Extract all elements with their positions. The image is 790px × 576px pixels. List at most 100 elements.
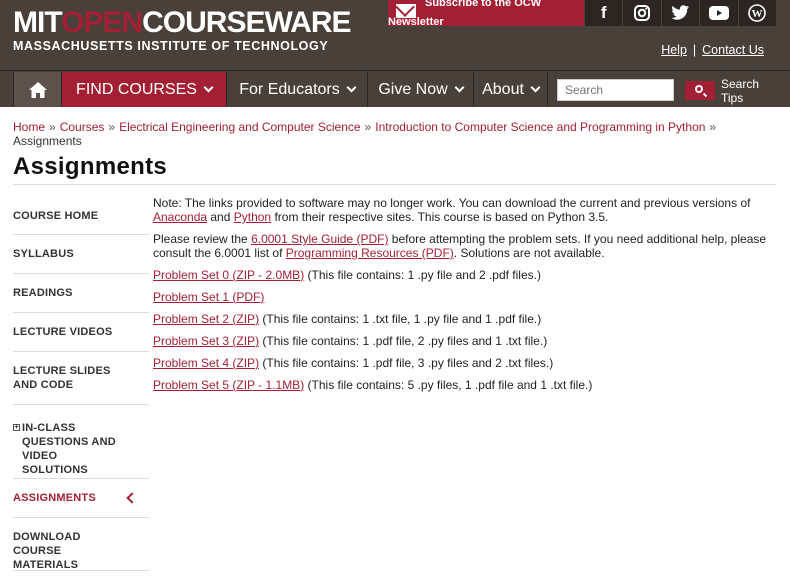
sidebar-item-in-class-questions[interactable]: + IN-CLASS QUESTIONS AND VIDEO SOLUTIONS	[13, 405, 149, 479]
problem-set-desc: (This file contains: 1 .pdf file, 2 .py …	[262, 334, 548, 348]
problem-set-title: Problem Set 3	[153, 334, 230, 348]
sidebar-item-lecture-videos[interactable]: LECTURE VIDEOS	[13, 313, 149, 352]
sidebar-item-label: SYLLABUS	[13, 248, 74, 260]
problem-set-4-link[interactable]: Problem Set 4 (ZIP)	[153, 356, 259, 370]
search-tips-link[interactable]: Search Tips	[721, 77, 765, 105]
problem-set-file: ZIP - 2.0MB	[236, 268, 301, 282]
logo-open: OPEN	[61, 6, 143, 39]
facebook-icon[interactable]: f	[584, 0, 622, 26]
chevron-left-icon	[126, 492, 138, 504]
home-button[interactable]	[13, 72, 62, 107]
home-icon	[28, 81, 47, 98]
problem-set-1-link[interactable]: Problem Set 1 (PDF)	[153, 290, 264, 304]
chevron-down-icon	[454, 82, 465, 93]
title-divider	[13, 184, 776, 185]
problem-set-desc: (This file contains: 1 .py file and 2 .p…	[307, 268, 541, 282]
search-input[interactable]	[557, 79, 674, 101]
problem-set-file: ZIP	[236, 312, 256, 326]
software-note: Note: The links provided to software may…	[153, 196, 775, 224]
breadcrumb-separator: »	[49, 120, 56, 134]
breadcrumb-course[interactable]: Introduction to Computer Science and Pro…	[375, 120, 705, 134]
breadcrumb-courses[interactable]: Courses	[60, 120, 105, 134]
problem-set-item: Problem Set 2 (ZIP) (This file contains:…	[153, 312, 775, 326]
breadcrumb-department[interactable]: Electrical Engineering and Computer Scie…	[119, 120, 360, 134]
chevron-down-icon	[203, 82, 214, 93]
problem-set-title: Problem Set 2	[153, 312, 230, 326]
problem-set-file: PDF	[236, 290, 261, 304]
sidebar-item-lecture-slides[interactable]: LECTURE SLIDES AND CODE	[13, 352, 149, 405]
note-text: from their respective sites. This course…	[271, 210, 609, 224]
newsletter-button[interactable]: Subscribe to the OCW Newsletter	[388, 0, 584, 26]
sidebar-item-label: LECTURE SLIDES AND CODE	[13, 365, 111, 391]
course-sidebar: COURSE HOME SYLLABUS READINGS LECTURE VI…	[13, 196, 149, 571]
review-text: Please review the	[153, 232, 252, 246]
breadcrumb-separator: »	[709, 120, 717, 134]
nav-give-now[interactable]: Give Now	[368, 72, 474, 107]
instagram-icon[interactable]	[622, 0, 660, 26]
search-icon	[695, 85, 703, 93]
problem-set-item: Problem Set 3 (ZIP) (This file contains:…	[153, 334, 775, 348]
breadcrumb-current: Assignments	[13, 134, 82, 148]
sidebar-item-label: DOWNLOAD COURSE MATERIALS	[13, 531, 81, 571]
problem-set-3-link[interactable]: Problem Set 3 (ZIP)	[153, 334, 259, 348]
expand-plus-icon[interactable]: +	[13, 424, 20, 431]
problem-set-item: Problem Set 0 (ZIP - 2.0MB) (This file c…	[153, 268, 775, 282]
link-separator: |	[692, 43, 697, 57]
breadcrumb: Home» Courses» Electrical Engineering and …	[13, 120, 773, 148]
sidebar-item-syllabus[interactable]: SYLLABUS	[13, 235, 149, 274]
search-tips-label: Search Tips	[721, 77, 760, 105]
twitter-icon[interactable]	[660, 0, 699, 26]
sidebar-item-course-home[interactable]: COURSE HOME	[13, 196, 149, 235]
sidebar-item-assignments[interactable]: ASSIGNMENTS	[13, 479, 149, 518]
sidebar-item-readings[interactable]: READINGS	[13, 274, 149, 313]
problem-set-0-link[interactable]: Problem Set 0 (ZIP - 2.0MB)	[153, 268, 304, 282]
nav-for-educators[interactable]: For Educators	[227, 72, 368, 107]
problem-set-desc: (This file contains: 5 .py files, 1 .pdf…	[307, 378, 593, 392]
site-header: MITOPENCOURSEWARE MASSACHUSETTS INSTITUT…	[0, 0, 790, 70]
sidebar-item-download-materials[interactable]: DOWNLOAD COURSE MATERIALS	[13, 518, 149, 571]
wordpress-icon[interactable]: W	[737, 0, 776, 26]
breadcrumb-separator: »	[364, 120, 372, 134]
style-guide-link[interactable]: 6.0001 Style Guide (PDF)	[251, 232, 388, 246]
chevron-down-icon	[346, 82, 357, 93]
python-link[interactable]: Python	[234, 210, 271, 224]
breadcrumb-separator: »	[108, 120, 116, 134]
youtube-icon[interactable]	[699, 0, 737, 26]
chevron-down-icon	[530, 82, 541, 93]
contact-us-link[interactable]: Contact Us	[702, 43, 764, 57]
breadcrumb-home[interactable]: Home	[13, 120, 45, 134]
ocw-logo[interactable]: MITOPENCOURSEWARE	[13, 6, 352, 39]
nav-find-courses[interactable]: FIND COURSES	[62, 72, 227, 107]
social-links: f W	[584, 0, 776, 26]
problem-set-item: Problem Set 5 (ZIP - 1.1MB) (This file c…	[153, 378, 775, 392]
newsletter-label: Subscribe to the OCW	[425, 0, 542, 9]
sidebar-item-label: LECTURE VIDEOS	[13, 326, 113, 338]
newsletter-label-2: Newsletter	[388, 16, 444, 26]
nav-about[interactable]: About	[474, 72, 548, 107]
svg-text:W: W	[752, 8, 763, 20]
problem-set-title: Problem Set 0	[153, 268, 230, 282]
review-text: . Solutions are not available.	[453, 246, 605, 260]
problem-set-desc: (This file contains: 1 .txt file, 1 .py …	[262, 312, 542, 326]
problem-set-5-link[interactable]: Problem Set 5 (ZIP - 1.1MB)	[153, 378, 304, 392]
problem-set-title: Problem Set 1	[153, 290, 230, 304]
logo-courseware: COURSEWARE	[142, 6, 351, 39]
anaconda-link[interactable]: Anaconda	[153, 210, 207, 224]
top-links: Help | Contact Us	[661, 43, 764, 57]
search-button[interactable]	[685, 81, 715, 100]
programming-resources-link[interactable]: Programming Resources (PDF)	[286, 246, 454, 260]
main-content: Note: The links provided to software may…	[153, 196, 775, 400]
nav-about-label: About	[482, 80, 524, 98]
logo-mit: MIT	[13, 6, 62, 39]
logo-subtitle: MASSACHUSETTS INSTITUTE OF TECHNOLOGY	[13, 39, 329, 53]
page-title: Assignments	[13, 153, 168, 180]
sidebar-item-label: COURSE HOME	[13, 210, 99, 222]
sidebar-item-label: READINGS	[13, 287, 73, 299]
problem-set-2-link[interactable]: Problem Set 2 (ZIP)	[153, 312, 259, 326]
nav-for-educators-label: For Educators	[239, 80, 340, 98]
help-link[interactable]: Help	[661, 43, 687, 57]
nav-give-now-label: Give Now	[378, 80, 448, 98]
note-text: Note: The links provided to software may…	[153, 196, 751, 210]
problem-set-item: Problem Set 4 (ZIP) (This file contains:…	[153, 356, 775, 370]
main-nav: FIND COURSES For Educators Give Now Abou…	[0, 70, 790, 107]
